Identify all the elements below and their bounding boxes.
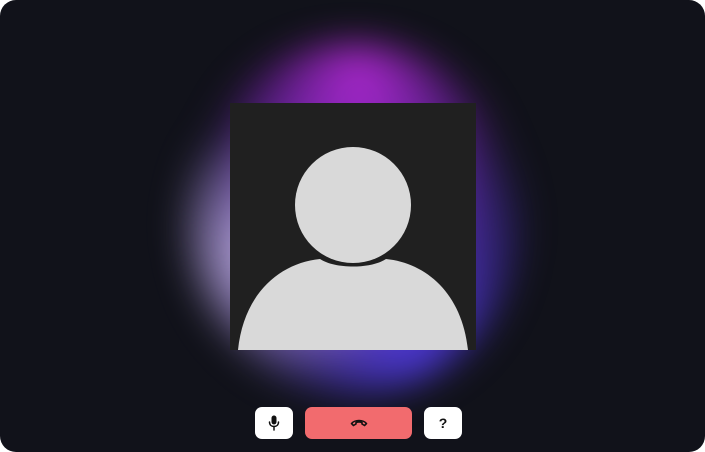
- person-placeholder-icon: [238, 147, 468, 350]
- help-button-label: ?: [438, 415, 448, 431]
- call-window: ?: [0, 0, 705, 452]
- microphone-icon: [268, 415, 280, 431]
- call-controls: ?: [0, 407, 705, 439]
- participant-video-tile: [230, 103, 476, 350]
- mute-microphone-button[interactable]: [255, 407, 293, 439]
- end-call-button[interactable]: [305, 407, 412, 439]
- help-button[interactable]: ?: [424, 407, 462, 439]
- phone-hangup-icon: [350, 418, 368, 428]
